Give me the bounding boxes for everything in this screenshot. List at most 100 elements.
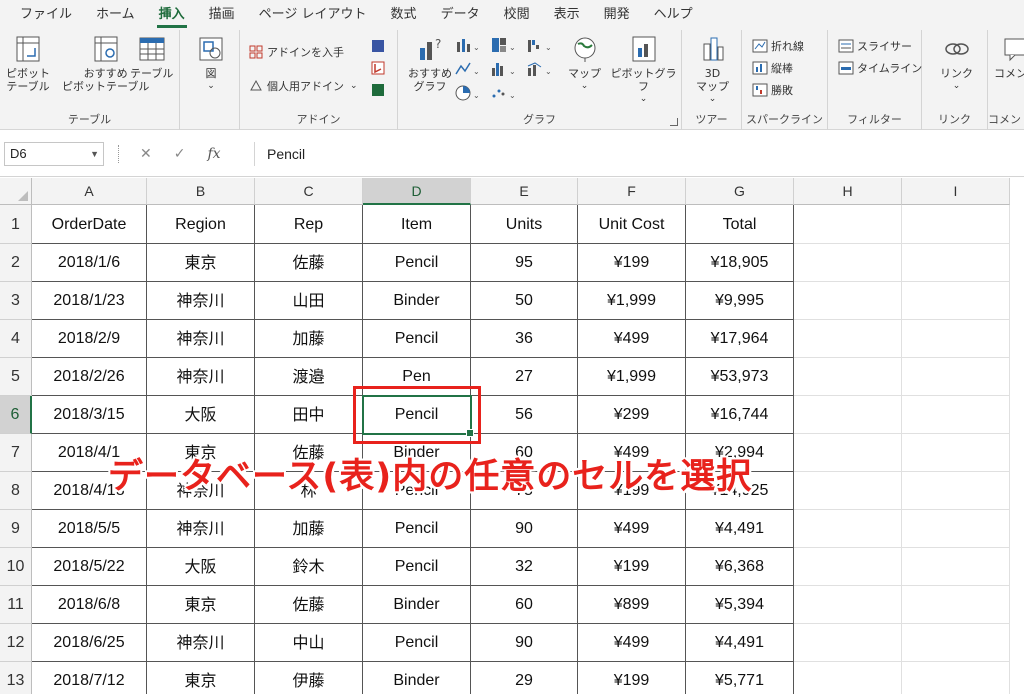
enter-icon[interactable]: ✓ (174, 146, 186, 162)
formula-input[interactable]: Pencil (254, 142, 1024, 166)
column-header-h[interactable]: H (794, 178, 902, 205)
cell-d9[interactable]: Pencil (363, 510, 471, 548)
cell-g12[interactable]: ¥4,491 (686, 624, 794, 662)
column-header-c[interactable]: C (255, 178, 363, 205)
row-header-6[interactable]: 6 (0, 396, 32, 434)
cell-b4[interactable]: 神奈川 (147, 320, 255, 358)
cell-a6[interactable]: 2018/3/15 (32, 396, 147, 434)
cell-c5[interactable]: 渡邉 (255, 358, 363, 396)
cell-d11[interactable]: Binder (363, 586, 471, 624)
cell-d4[interactable]: Pencil (363, 320, 471, 358)
cell-d3[interactable]: Binder (363, 282, 471, 320)
cell-d12[interactable]: Pencil (363, 624, 471, 662)
cell-f5[interactable]: ¥1,999 (578, 358, 686, 396)
cell-h10[interactable] (794, 548, 902, 586)
column-header-a[interactable]: A (32, 178, 147, 205)
cell-i8[interactable] (902, 472, 1010, 510)
tab-5[interactable]: 数式 (379, 0, 429, 30)
column-header-g[interactable]: G (686, 178, 794, 205)
waterfall-chart-icon[interactable]: ⌄ (526, 36, 554, 58)
get-addins-button[interactable]: アドインを入手 (248, 44, 344, 60)
name-box[interactable]: D6 ▼ (4, 142, 104, 166)
cell-g2[interactable]: ¥18,905 (686, 244, 794, 282)
column-header-i[interactable]: I (902, 178, 1010, 205)
cell-e9[interactable]: 90 (471, 510, 578, 548)
cell-c2[interactable]: 佐藤 (255, 244, 363, 282)
cell-h1[interactable] (794, 205, 902, 244)
cell-c10[interactable]: 鈴木 (255, 548, 363, 586)
cell-d10[interactable]: Pencil (363, 548, 471, 586)
cell-i1[interactable] (902, 205, 1010, 244)
cell-i4[interactable] (902, 320, 1010, 358)
cell-d1[interactable]: Item (363, 205, 471, 244)
cell-g10[interactable]: ¥6,368 (686, 548, 794, 586)
cell-i2[interactable] (902, 244, 1010, 282)
insert-function-icon[interactable]: fx (207, 146, 220, 162)
column-header-e[interactable]: E (471, 178, 578, 205)
tab-9[interactable]: 開発 (592, 0, 642, 30)
column-header-f[interactable]: F (578, 178, 686, 205)
cell-a1[interactable]: OrderDate (32, 205, 147, 244)
cell-i3[interactable] (902, 282, 1010, 320)
row-header-7[interactable]: 7 (0, 434, 32, 472)
cell-h6[interactable] (794, 396, 902, 434)
cell-i13[interactable] (902, 662, 1010, 694)
cell-a4[interactable]: 2018/2/9 (32, 320, 147, 358)
row-header-13[interactable]: 13 (0, 662, 32, 694)
cell-e5[interactable]: 27 (471, 358, 578, 396)
map-chart-button[interactable]: マップ ⌄ (568, 34, 601, 93)
visio-icon[interactable] (370, 38, 386, 58)
tab-0[interactable]: ファイル (8, 0, 84, 30)
people-graph-icon[interactable] (370, 82, 386, 102)
cell-f1[interactable]: Unit Cost (578, 205, 686, 244)
row-header-12[interactable]: 12 (0, 624, 32, 662)
line-chart-icon[interactable]: ⌄ (454, 60, 482, 82)
3d-map-button[interactable]: 3D マップ ⌄ (696, 34, 729, 106)
tab-7[interactable]: 校閲 (492, 0, 542, 30)
cell-b12[interactable]: 神奈川 (147, 624, 255, 662)
cell-c13[interactable]: 伊藤 (255, 662, 363, 694)
cell-h8[interactable] (794, 472, 902, 510)
tab-8[interactable]: 表示 (542, 0, 592, 30)
tab-6[interactable]: データ (429, 0, 492, 30)
cell-h12[interactable] (794, 624, 902, 662)
cell-f12[interactable]: ¥499 (578, 624, 686, 662)
column-chart-icon[interactable]: ⌄ (454, 36, 482, 58)
cell-i12[interactable] (902, 624, 1010, 662)
cell-g11[interactable]: ¥5,394 (686, 586, 794, 624)
cell-b9[interactable]: 神奈川 (147, 510, 255, 548)
cell-h2[interactable] (794, 244, 902, 282)
cell-e4[interactable]: 36 (471, 320, 578, 358)
pie-chart-icon[interactable]: ⌄ (454, 84, 482, 106)
row-header-1[interactable]: 1 (0, 205, 32, 244)
slicer-button[interactable]: スライサー (838, 38, 912, 54)
cell-i6[interactable] (902, 396, 1010, 434)
sparkline-column-button[interactable]: 縦棒 (752, 60, 793, 76)
row-header-11[interactable]: 11 (0, 586, 32, 624)
select-all-button[interactable] (0, 178, 32, 205)
bing-icon[interactable] (370, 60, 386, 80)
cell-i7[interactable] (902, 434, 1010, 472)
cancel-icon[interactable]: ✕ (140, 146, 152, 162)
tab-1[interactable]: ホーム (84, 0, 147, 30)
comment-button[interactable]: コメント (994, 34, 1024, 80)
combo-chart-icon[interactable]: ⌄ (526, 60, 554, 82)
cell-b6[interactable]: 大阪 (147, 396, 255, 434)
cell-e3[interactable]: 50 (471, 282, 578, 320)
cell-g1[interactable]: Total (686, 205, 794, 244)
cell-c9[interactable]: 加藤 (255, 510, 363, 548)
cell-f10[interactable]: ¥199 (578, 548, 686, 586)
cell-h13[interactable] (794, 662, 902, 694)
timeline-button[interactable]: タイムライン (838, 60, 922, 76)
column-header-b[interactable]: B (147, 178, 255, 205)
cell-f13[interactable]: ¥199 (578, 662, 686, 694)
cell-a10[interactable]: 2018/5/22 (32, 548, 147, 586)
cell-g13[interactable]: ¥5,771 (686, 662, 794, 694)
cell-c11[interactable]: 佐藤 (255, 586, 363, 624)
cell-f11[interactable]: ¥899 (578, 586, 686, 624)
cell-i9[interactable] (902, 510, 1010, 548)
cell-g4[interactable]: ¥17,964 (686, 320, 794, 358)
cell-h9[interactable] (794, 510, 902, 548)
pivot-table-button[interactable]: ピボット テーブル (6, 34, 50, 93)
sparkline-winloss-button[interactable]: 勝敗 (752, 82, 793, 98)
